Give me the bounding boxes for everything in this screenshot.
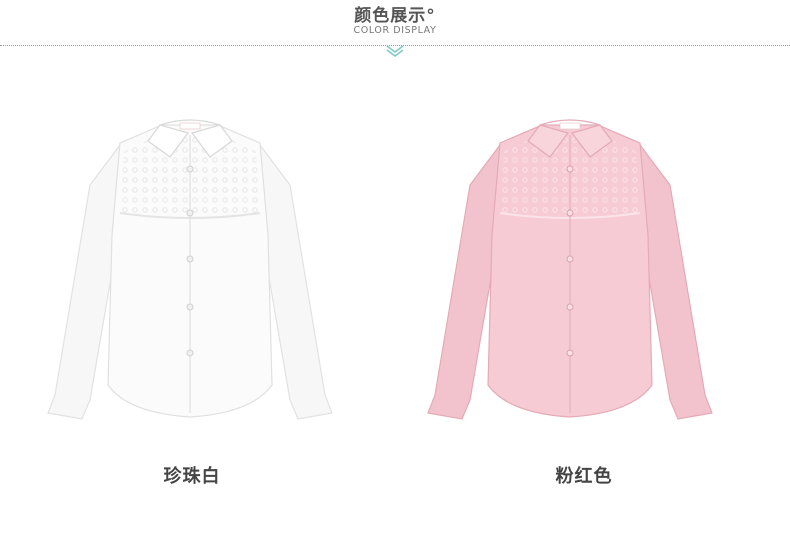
section-subtitle: COLOR DISPLAY	[353, 25, 437, 36]
pink-shirt-image	[427, 119, 713, 420]
white-shirt-image	[47, 119, 333, 420]
double-chevron-down-icon	[386, 45, 404, 57]
color-display-header: 颜色展示° COLOR DISPLAY	[0, 0, 790, 62]
section-title: 颜色展示°	[354, 6, 436, 26]
color-name-white: 珍珠白	[163, 466, 221, 487]
product-white-shirt	[20, 95, 360, 435]
color-name-pink: 粉红色	[555, 466, 613, 487]
product-pink-shirt	[400, 95, 740, 435]
